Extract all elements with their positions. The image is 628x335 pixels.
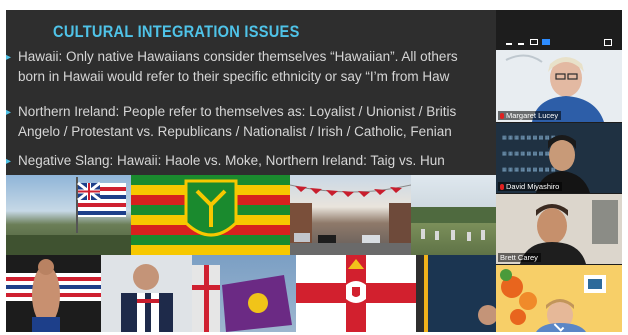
participant-name-label: David Miyashiro bbox=[498, 182, 563, 191]
purple-banner-image bbox=[192, 265, 292, 332]
bullet-1-line-2: born in Hawaii would refer to their spec… bbox=[18, 69, 450, 84]
participant-tile[interactable]: ▦ ▦ ▦ ▦ ▦ ▦ ▦ ▦ ▦ ▦ ▦ ▦ ▦ ▦ ▦ ▦ ▦ ▦ ▦ ▦ … bbox=[496, 123, 622, 193]
kanaka-maoli-flag-image bbox=[131, 175, 290, 255]
expand-icon[interactable] bbox=[604, 39, 612, 46]
participant-name-label: Brett Carey bbox=[498, 253, 541, 262]
gallery-view-icon[interactable] bbox=[542, 39, 550, 45]
screen-share: CULTURAL INTEGRATION ISSUES ▸ Hawaii: On… bbox=[6, 10, 622, 332]
ulster-banner-image bbox=[296, 255, 416, 332]
bullet-1-line-1: Hawaii: Only native Hawaiians consider t… bbox=[18, 49, 458, 64]
svg-text:▦ ▦ ▦ ▦ ▦ ▦ ▦ ▦ ▦: ▦ ▦ ▦ ▦ ▦ ▦ ▦ ▦ ▦ bbox=[502, 167, 556, 173]
shared-slide: CULTURAL INTEGRATION ISSUES ▸ Hawaii: On… bbox=[6, 10, 496, 332]
bunting-street-image bbox=[290, 184, 411, 255]
photo-partial-person bbox=[416, 255, 496, 332]
participant-tile[interactable]: Margaret Lucey bbox=[496, 50, 622, 122]
photo-purple-banner bbox=[192, 255, 296, 332]
participant-tile[interactable] bbox=[496, 265, 622, 332]
slide-title: CULTURAL INTEGRATION ISSUES bbox=[53, 22, 300, 41]
hide-icon[interactable] bbox=[518, 43, 524, 45]
photo-kanaka-maoli-flag bbox=[131, 175, 290, 255]
hawaii-flag-image bbox=[6, 177, 131, 255]
man-scarf-image bbox=[121, 264, 173, 332]
fighter-image bbox=[6, 259, 101, 332]
participant-name-label: Margaret Lucey bbox=[498, 111, 562, 120]
partial-person-image bbox=[424, 255, 496, 332]
bullet-marker: ▸ bbox=[6, 156, 12, 167]
cemetery-image bbox=[411, 207, 496, 241]
svg-text:▦ ▦ ▦ ▦ ▦ ▦ ▦ ▦ ▦: ▦ ▦ ▦ ▦ ▦ ▦ ▦ ▦ ▦ bbox=[502, 135, 556, 141]
speaker-view-icon[interactable] bbox=[530, 39, 538, 45]
minimize-icon[interactable] bbox=[506, 43, 512, 45]
bullet-marker: ▸ bbox=[6, 52, 12, 63]
bullet-marker: ▸ bbox=[6, 107, 12, 118]
photo-man-with-scarf bbox=[101, 255, 192, 332]
photo-cemetery bbox=[411, 175, 496, 255]
participant-video bbox=[496, 265, 622, 332]
photo-fighter-with-flag bbox=[6, 255, 101, 332]
photo-hawaii-flag-landscape bbox=[6, 175, 131, 255]
photo-collage bbox=[6, 175, 496, 332]
bullet-2-line-1: Northern Ireland: People refer to themse… bbox=[18, 104, 457, 119]
bullet-3-line-1: Negative Slang: Hawaii: Haole vs. Moke, … bbox=[18, 153, 445, 168]
participant-tile[interactable]: Brett Carey bbox=[496, 194, 622, 264]
mic-muted-icon bbox=[500, 184, 504, 190]
photo-bunting-street bbox=[290, 175, 411, 255]
mic-muted-icon bbox=[500, 113, 504, 119]
photo-ulster-banner bbox=[296, 255, 416, 332]
participants-panel: Margaret Lucey ▦ ▦ ▦ ▦ ▦ ▦ ▦ ▦ ▦ ▦ ▦ ▦ ▦… bbox=[496, 10, 622, 332]
bullet-2-line-2: Angelo / Protestant vs. Republicans / Na… bbox=[18, 124, 452, 139]
svg-text:▦ ▦ ▦ ▦ ▦ ▦ ▦ ▦ ▦: ▦ ▦ ▦ ▦ ▦ ▦ ▦ ▦ ▦ bbox=[502, 151, 556, 157]
